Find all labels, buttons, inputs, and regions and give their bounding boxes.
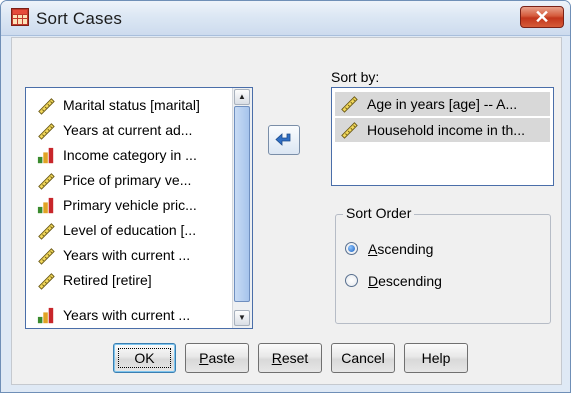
help-label: Help [421, 350, 451, 366]
ruler-scale-icon [38, 273, 55, 290]
ruler-scale-icon [38, 248, 55, 265]
ruler-scale-icon [38, 98, 55, 115]
reset-button[interactable]: Reset [258, 343, 322, 373]
ascending-radio[interactable] [345, 242, 358, 255]
variable-list-items: Marital status [marital] Years at curren… [26, 88, 231, 328]
sort-by-label: Sort by: [331, 69, 380, 85]
ascending-mnemonic: A [368, 241, 378, 257]
reset-mnemonic: R [271, 350, 282, 366]
ruler-scale-icon [341, 122, 358, 139]
list-item-label: Level of education [... [63, 222, 197, 238]
ascending-label: Ascending [368, 239, 433, 259]
sort-order-group [335, 214, 551, 324]
bar-chart-ordinal-icon [37, 307, 54, 324]
sort-by-item-label: Age in years [age] -- A... [367, 96, 518, 112]
list-item-label: Years with current ... [63, 247, 191, 263]
scroll-up-button[interactable]: ▲ [234, 89, 250, 105]
list-item[interactable]: Primary vehicle pric... [36, 194, 231, 218]
list-item[interactable]: Years with current ... [36, 244, 231, 268]
paste-label-rest: aste [208, 350, 235, 366]
paste-button[interactable]: Paste [185, 343, 249, 373]
list-item-label: Years at current ad... [63, 122, 193, 138]
ruler-scale-icon [38, 223, 55, 240]
list-item[interactable]: Price of primary ve... [36, 169, 231, 193]
ruler-scale-icon [38, 173, 55, 190]
list-item-label: Price of primary ve... [63, 172, 192, 188]
sort-order-legend: Sort Order [343, 205, 415, 221]
move-variable-button[interactable] [268, 125, 300, 155]
ok-button[interactable]: OK [113, 343, 176, 373]
sort-by-item[interactable]: Household income in th... [335, 118, 550, 142]
close-icon: ✕ [534, 7, 550, 27]
bar-chart-ordinal-icon [37, 147, 54, 164]
scroll-down-button[interactable]: ▼ [234, 310, 250, 326]
table-grid-icon [11, 8, 29, 26]
sort-by-item[interactable]: Age in years [age] -- A... [335, 92, 550, 116]
arrow-down-icon: ▼ [238, 313, 246, 322]
list-item[interactable]: Years at current ad... [36, 119, 231, 143]
dialog-title: Sort Cases [36, 9, 123, 28]
reset-label-rest: eset [281, 350, 309, 366]
list-item-label: Years with current ... [63, 307, 191, 323]
list-item-label: Primary vehicle pric... [63, 197, 197, 213]
descending-label: Descending [368, 271, 442, 291]
ruler-scale-icon [341, 96, 358, 113]
descending-label-rest: escending [378, 273, 442, 289]
list-item-label: Retired [retire] [63, 272, 152, 288]
close-button[interactable]: ✕ [520, 6, 564, 28]
bar-chart-ordinal-icon [37, 197, 54, 214]
sort-by-list[interactable]: Age in years [age] -- A... Household inc… [331, 87, 554, 186]
cancel-button[interactable]: Cancel [331, 343, 395, 373]
cancel-label: Cancel [341, 350, 385, 366]
list-item[interactable]: Years with current ... [36, 304, 231, 328]
arrow-left-icon [275, 133, 291, 146]
descending-mnemonic: D [368, 273, 379, 289]
list-item[interactable]: Retired [retire] [36, 269, 231, 293]
ascending-label-rest: scending [377, 241, 434, 257]
descending-radio[interactable] [345, 274, 358, 287]
scroll-thumb[interactable] [234, 106, 250, 302]
list-item[interactable]: Level of education [... [36, 219, 231, 243]
focus-rect [118, 348, 171, 368]
variable-list[interactable]: Marital status [marital] Years at curren… [25, 87, 253, 329]
title-bar[interactable]: Sort Cases ✕ [1, 1, 570, 36]
arrow-up-icon: ▲ [238, 92, 246, 101]
variable-list-scrollbar[interactable]: ▲ ▼ [232, 88, 252, 328]
ruler-scale-icon [38, 123, 55, 140]
sort-by-item-label: Household income in th... [367, 122, 525, 138]
help-button[interactable]: Help [404, 343, 468, 373]
list-item-label: Marital status [marital] [63, 97, 200, 113]
list-item[interactable]: Marital status [marital] [36, 94, 231, 118]
list-item[interactable]: Income category in ... [36, 144, 231, 168]
list-item-label: Income category in ... [63, 147, 197, 163]
